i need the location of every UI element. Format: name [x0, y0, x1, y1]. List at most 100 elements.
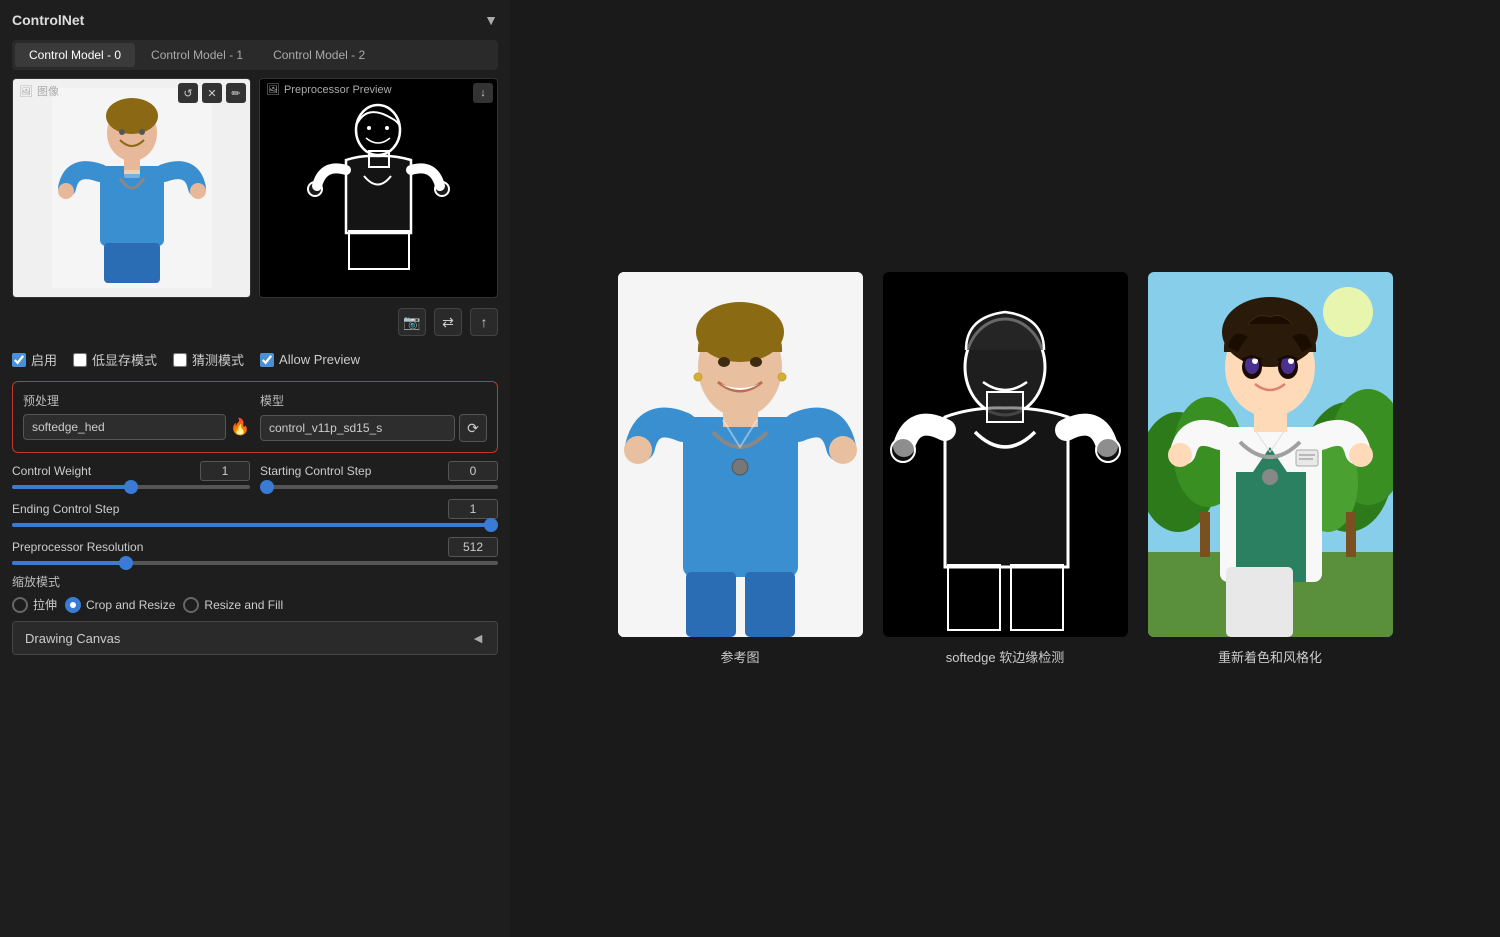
upload-button[interactable]: ↑ — [470, 308, 498, 336]
action-row: 📷 ⇄ ↑ — [12, 306, 498, 338]
output-col-2: softedge 软边缘检测 — [883, 272, 1128, 666]
model-section: 预处理 softedge_hed none canny depth 🔥 模型 — [12, 381, 498, 453]
output-col-1: 参考图 — [618, 272, 863, 666]
panel-title: ControlNet — [12, 12, 84, 28]
swap-button[interactable]: ⇄ — [434, 308, 462, 336]
allow-preview-checkbox-input[interactable] — [260, 353, 274, 367]
output-caption-3: 重新着色和风格化 — [1218, 647, 1322, 666]
control-weight-header: Control Weight 1 — [12, 461, 250, 481]
tab-control-model-0[interactable]: Control Model - 0 — [15, 43, 135, 67]
source-image-label: 🖼 图像 — [19, 83, 59, 99]
preprocessor-select-row: softedge_hed none canny depth 🔥 — [23, 414, 250, 440]
stretch-radio-circle — [12, 597, 28, 613]
tabs-row: Control Model - 0 Control Model - 1 Cont… — [12, 40, 498, 70]
scale-mode-section: 缩放模式 拉伸 Crop and Resize Resize and Fill — [12, 573, 498, 613]
checkboxes-row: 启用 低显存模式 猜测模式 Allow Preview — [12, 346, 498, 373]
source-image-icon: 🖼 — [19, 85, 33, 98]
allow-preview-checkbox[interactable]: Allow Preview — [260, 352, 360, 367]
main-layout: ControlNet ▼ Control Model - 0 Control M… — [0, 0, 1500, 937]
tab-control-model-1[interactable]: Control Model - 1 — [137, 43, 257, 67]
model-col: 模型 control_v11p_sd15_s control_v11p_sd15… — [260, 392, 487, 442]
low-vram-checkbox-input[interactable] — [73, 353, 87, 367]
download-preview-button[interactable]: ↓ — [473, 83, 493, 103]
ending-step-slider[interactable] — [12, 523, 498, 527]
panel-collapse-button[interactable]: ▼ — [484, 12, 498, 28]
starting-step-header: Starting Control Step 0 — [260, 461, 498, 481]
output-images-grid: 参考图 — [618, 272, 1393, 666]
guess-mode-checkbox[interactable]: 猜测模式 — [173, 350, 244, 369]
crop-resize-radio-label: Crop and Resize — [86, 598, 175, 612]
model-select[interactable]: control_v11p_sd15_s control_v11p_sd15_ca… — [260, 415, 455, 441]
preprocessor-label: 预处理 — [23, 392, 250, 409]
stretch-radio[interactable]: 拉伸 — [12, 596, 57, 613]
output-image-2 — [883, 272, 1128, 637]
drawing-canvas-row[interactable]: Drawing Canvas ◄ — [12, 621, 498, 655]
preprocessor-preview-label: 🖼 Preprocessor Preview — [266, 83, 392, 96]
output-image-3 — [1148, 272, 1393, 637]
fire-icon: 🔥 — [230, 417, 250, 437]
model-refresh-button[interactable]: ⟳ — [459, 414, 487, 442]
source-image-content — [13, 79, 250, 297]
starting-step-slider[interactable] — [260, 485, 498, 489]
control-weight-slider[interactable] — [12, 485, 250, 489]
stretch-radio-label: 拉伸 — [33, 596, 57, 613]
slider-two-col-row1: Control Weight 1 Starting Control Step 0 — [12, 461, 498, 489]
guess-mode-checkbox-input[interactable] — [173, 353, 187, 367]
preprocessor-col: 预处理 softedge_hed none canny depth 🔥 — [23, 392, 250, 442]
output-caption-1: 参考图 — [720, 647, 759, 666]
resize-fill-radio-circle — [183, 597, 199, 613]
ending-step-value: 1 — [448, 499, 498, 519]
drawing-canvas-arrow: ◄ — [471, 630, 485, 646]
refresh-image-button[interactable]: ↺ — [178, 83, 198, 103]
crop-resize-radio-circle — [65, 597, 81, 613]
edit-image-button[interactable]: ✏ — [226, 83, 246, 103]
ending-step-label: Ending Control Step — [12, 502, 119, 516]
right-panel: 参考图 — [510, 0, 1500, 937]
images-row: 🖼 图像 ↺ ✕ ✏ — [12, 78, 498, 298]
sliders-section: Control Weight 1 Starting Control Step 0 — [12, 461, 498, 565]
crop-resize-radio[interactable]: Crop and Resize — [65, 597, 175, 613]
resolution-row: Preprocessor Resolution 512 — [12, 537, 498, 565]
preprocessor-preview-box[interactable]: 🖼 Preprocessor Preview ↓ — [259, 78, 498, 298]
model-section-row: 预处理 softedge_hed none canny depth 🔥 模型 — [23, 392, 487, 442]
output-caption-2: softedge 软边缘检测 — [946, 647, 1065, 666]
resize-fill-radio[interactable]: Resize and Fill — [183, 597, 283, 613]
nurse-photo-svg — [52, 88, 212, 288]
control-weight-label: Control Weight — [12, 464, 91, 478]
output-nurse-photo-svg — [618, 272, 863, 637]
source-image-box[interactable]: 🖼 图像 ↺ ✕ ✏ — [12, 78, 251, 298]
preprocessor-image-content — [260, 79, 497, 297]
enable-checkbox[interactable]: 启用 — [12, 350, 57, 369]
starting-step-value: 0 — [448, 461, 498, 481]
output-anime-svg — [1148, 272, 1393, 637]
starting-step-label: Starting Control Step — [260, 464, 371, 478]
low-vram-checkbox[interactable]: 低显存模式 — [73, 350, 157, 369]
enable-checkbox-input[interactable] — [12, 353, 26, 367]
resolution-value: 512 — [448, 537, 498, 557]
output-outline-svg — [883, 272, 1128, 637]
preprocessor-image-controls: ↓ — [473, 83, 493, 103]
output-image-1 — [618, 272, 863, 637]
model-col-label: 模型 — [260, 392, 487, 409]
resolution-header: Preprocessor Resolution 512 — [12, 537, 498, 557]
output-col-3: 重新着色和风格化 — [1148, 272, 1393, 666]
scale-options: 拉伸 Crop and Resize Resize and Fill — [12, 596, 498, 613]
left-panel: ControlNet ▼ Control Model - 0 Control M… — [0, 0, 510, 937]
resolution-slider[interactable] — [12, 561, 498, 565]
resolution-label: Preprocessor Resolution — [12, 540, 143, 554]
ending-step-header: Ending Control Step 1 — [12, 499, 498, 519]
resize-fill-radio-label: Resize and Fill — [204, 598, 283, 612]
source-image-controls: ↺ ✕ ✏ — [178, 83, 246, 103]
preprocessor-preview-icon: 🖼 — [266, 83, 280, 96]
outline-preview-svg — [301, 88, 456, 288]
model-select-row: control_v11p_sd15_s control_v11p_sd15_ca… — [260, 414, 487, 442]
starting-step-col: Starting Control Step 0 — [260, 461, 498, 489]
tab-control-model-2[interactable]: Control Model - 2 — [259, 43, 379, 67]
control-weight-col: Control Weight 1 — [12, 461, 250, 489]
scale-mode-label: 缩放模式 — [12, 573, 498, 590]
preprocessor-select[interactable]: softedge_hed none canny depth — [23, 414, 226, 440]
camera-button[interactable]: 📷 — [398, 308, 426, 336]
panel-header: ControlNet ▼ — [12, 12, 498, 28]
ending-step-row: Ending Control Step 1 — [12, 499, 498, 527]
close-image-button[interactable]: ✕ — [202, 83, 222, 103]
